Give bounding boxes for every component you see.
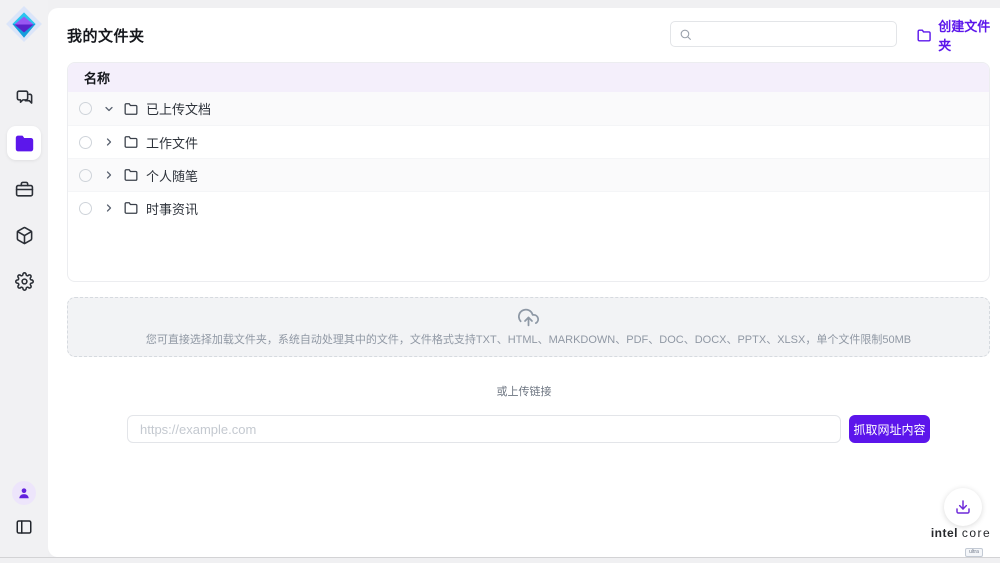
window-bottom-divider [0,557,1000,558]
folder-icon [124,102,138,116]
table-header-name: 名称 [68,63,989,92]
folder-name: 已上传文档 [146,99,211,118]
icon-sidebar [0,0,48,557]
folders-icon [15,134,34,153]
folder-name: 个人随笔 [146,166,198,185]
diamond-logo [5,5,43,43]
folder-name: 工作文件 [146,133,198,152]
chevron-right-icon[interactable] [98,202,120,214]
settings-gear-icon [15,272,34,291]
folder-row[interactable]: 工作文件 [68,125,989,158]
upload-dropzone[interactable]: 您可直接选择加载文件夹，系统自动处理其中的文件，文件格式支持TXT、HTML、M… [67,297,990,357]
main-panel: 我的文件夹 创建文件夹 名称 已上传文档 [48,8,1000,557]
row-checkbox[interactable] [79,102,92,115]
create-folder-button[interactable]: 创建文件夹 [917,27,1000,43]
url-input[interactable] [127,415,841,443]
folder-row[interactable]: 时事资讯 [68,191,989,224]
row-checkbox[interactable] [79,169,92,182]
sidebar-item-workspace[interactable] [7,172,41,206]
sidebar-item-folders[interactable] [7,126,41,160]
folder-icon [124,201,138,215]
download-icon [955,499,971,515]
collapse-panel-icon [15,518,33,536]
briefcase-icon [15,180,34,199]
sidebar-item-settings[interactable] [7,264,41,298]
folder-row[interactable]: 已上传文档 [68,92,989,125]
create-folder-label: 创建文件夹 [938,16,1000,54]
box-icon [15,226,34,245]
folder-icon [124,135,138,149]
chevron-down-icon[interactable] [98,103,120,115]
folder-row[interactable]: 个人随笔 [68,158,989,191]
chat-icon [15,88,34,107]
page-title: 我的文件夹 [67,25,145,46]
search-input[interactable] [698,27,888,41]
intel-core-badge: intel core ultra [928,526,994,558]
intel-brand-text: intel [931,526,958,540]
row-checkbox[interactable] [79,202,92,215]
core-brand-text: core [962,526,991,540]
row-checkbox[interactable] [79,136,92,149]
folder-plus-icon [917,28,931,43]
user-avatar[interactable] [12,481,36,505]
or-upload-link-label: 或上传链接 [48,383,1000,399]
ultra-brand-text: ultra [965,548,983,557]
chevron-right-icon[interactable] [98,136,120,148]
sidebar-item-chat[interactable] [7,80,41,114]
sidebar-item-models[interactable] [7,218,41,252]
folder-table: 名称 已上传文档 工作文件 [67,62,990,282]
folder-icon [124,168,138,182]
upload-hint-text: 您可直接选择加载文件夹，系统自动处理其中的文件，文件格式支持TXT、HTML、M… [146,331,911,347]
search-box [670,21,897,47]
search-icon [679,28,692,41]
app-logo [5,5,43,43]
user-avatar-icon [17,486,31,500]
folder-name: 时事资讯 [146,199,198,218]
upload-cloud-icon [518,307,539,328]
download-fab-button[interactable] [944,488,982,526]
fetch-url-button[interactable]: 抓取网址内容 [849,415,930,443]
chevron-right-icon[interactable] [98,169,120,181]
sidebar-bottom [0,481,48,539]
sidebar-nav [0,80,48,310]
collapse-sidebar-button[interactable] [12,515,36,539]
